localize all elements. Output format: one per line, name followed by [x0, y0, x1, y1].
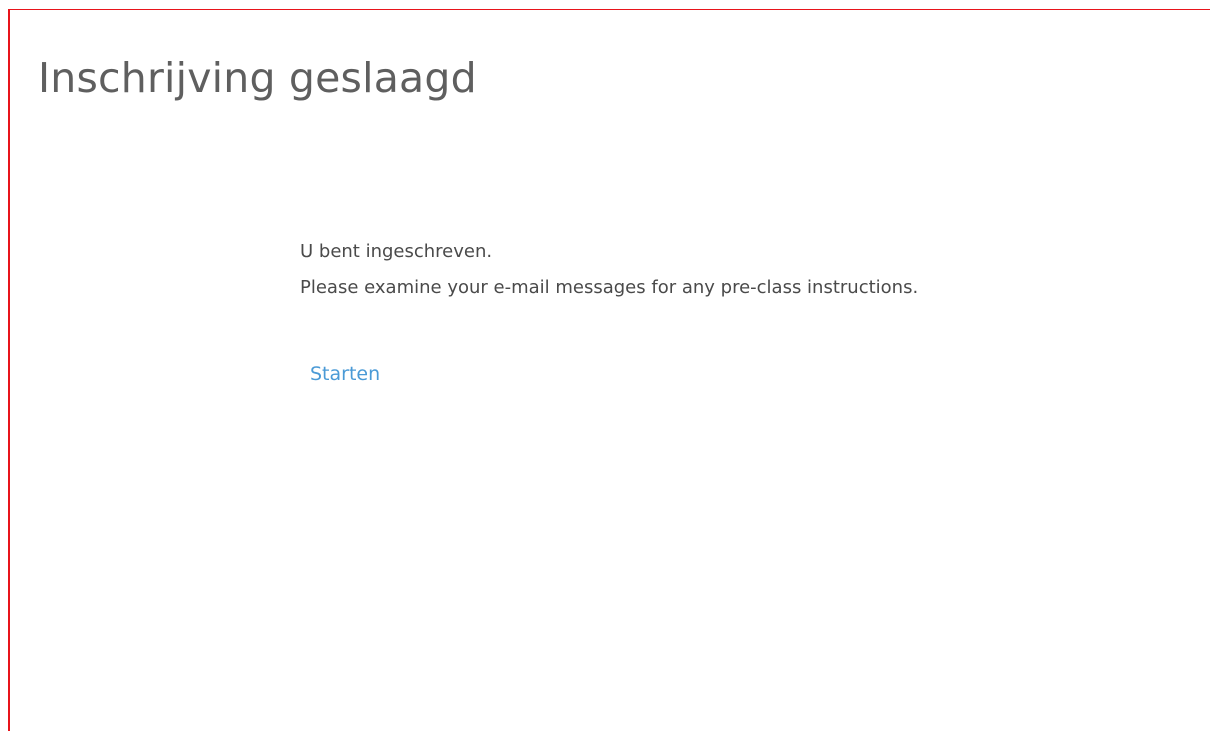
instructions-text: Please examine your e-mail messages for … — [300, 277, 919, 298]
page-title: Inschrijving geslaagd — [38, 54, 477, 102]
start-link[interactable]: Starten — [310, 358, 380, 390]
content-frame: Inschrijving geslaagd U bent ingeschreve… — [8, 9, 1210, 731]
enrollment-confirmation-text: U bent ingeschreven. — [300, 241, 493, 262]
confirmation-message: U bent ingeschreven. Please examine your… — [300, 234, 918, 306]
